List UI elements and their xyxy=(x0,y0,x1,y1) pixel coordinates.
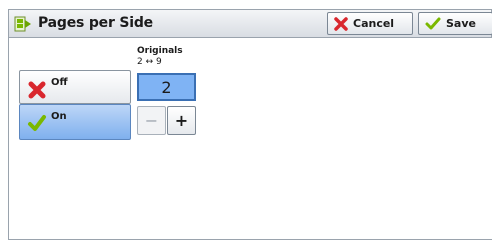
pages-per-side-icon xyxy=(14,16,31,32)
check-icon xyxy=(425,17,441,29)
x-icon xyxy=(28,81,46,99)
cancel-button-label: Cancel xyxy=(353,17,395,30)
on-option-label: On xyxy=(51,111,67,122)
cancel-button[interactable]: Cancel xyxy=(327,12,413,35)
originals-label: Originals xyxy=(137,46,183,56)
on-option-button[interactable]: On xyxy=(19,104,131,140)
check-icon xyxy=(28,115,46,131)
save-button[interactable]: Save xyxy=(418,12,492,35)
decrement-button[interactable]: − xyxy=(137,106,166,135)
minus-icon: − xyxy=(144,111,159,130)
x-icon xyxy=(334,16,348,31)
title-bar: Pages per Side Cancel Save xyxy=(8,9,492,38)
increment-button[interactable]: + xyxy=(167,106,196,135)
plus-icon: + xyxy=(174,111,189,130)
originals-value-field[interactable]: 2 xyxy=(137,73,196,101)
originals-value: 2 xyxy=(161,77,172,97)
save-button-label: Save xyxy=(446,17,476,30)
originals-range: 2 ↔ 9 xyxy=(137,57,162,67)
off-option-label: Off xyxy=(51,77,68,88)
off-option-button[interactable]: Off xyxy=(19,70,131,104)
page-title: Pages per Side xyxy=(38,15,153,31)
